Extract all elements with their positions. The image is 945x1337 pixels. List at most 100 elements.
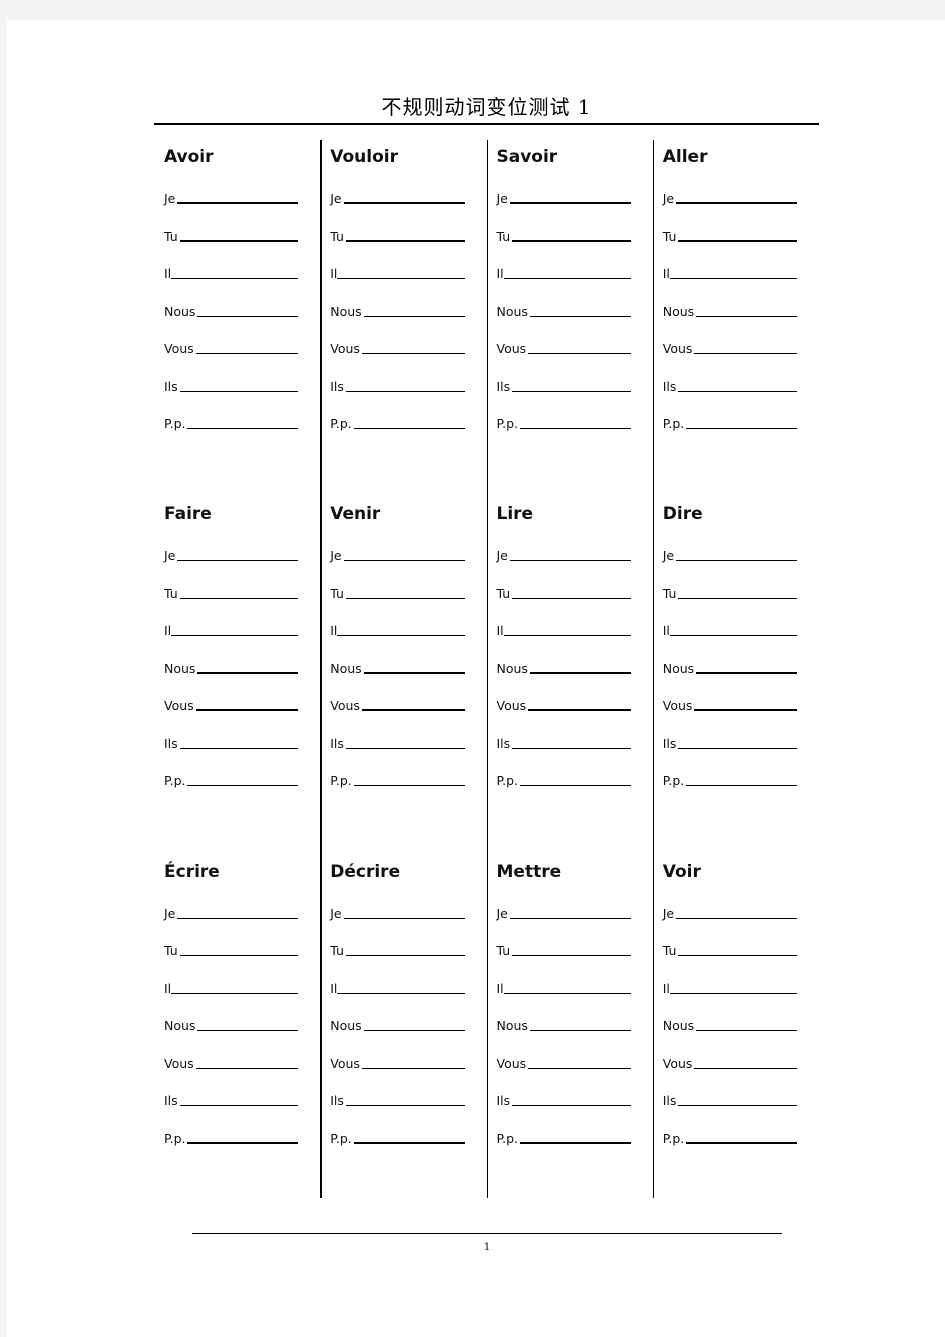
verb-card: Mettre Je Tu Il Nous Vous Ils P.p. (486, 838, 653, 1199)
answer-blank[interactable] (353, 428, 465, 429)
answer-blank[interactable] (512, 597, 631, 599)
pronoun-label: Il (330, 980, 338, 996)
answer-blank[interactable] (353, 1141, 465, 1144)
conjugation-row: Tu (660, 219, 797, 244)
answer-blank[interactable] (686, 1141, 797, 1144)
answer-blank[interactable] (171, 992, 299, 994)
answer-blank[interactable] (528, 1067, 631, 1069)
answer-blank[interactable] (343, 560, 465, 562)
answer-blank[interactable] (509, 917, 631, 919)
conjugation-row: Je (494, 538, 631, 563)
answer-blank[interactable] (195, 353, 299, 354)
answer-blank[interactable] (678, 390, 797, 392)
answer-blank[interactable] (676, 202, 797, 204)
answer-blank[interactable] (171, 635, 299, 637)
pronoun-label: Tu (496, 228, 511, 244)
answer-blank[interactable] (512, 747, 631, 749)
answer-blank[interactable] (678, 239, 797, 242)
answer-blank[interactable] (669, 992, 797, 994)
answer-blank[interactable] (361, 1067, 465, 1069)
answer-blank[interactable] (678, 955, 797, 957)
answer-blank[interactable] (345, 390, 465, 392)
answer-blank[interactable] (529, 315, 631, 317)
answer-blank[interactable] (179, 747, 299, 749)
answer-blank[interactable] (528, 709, 631, 712)
answer-blank[interactable] (529, 1030, 631, 1032)
answer-blank[interactable] (343, 202, 465, 204)
answer-blank[interactable] (512, 239, 631, 242)
answer-blank[interactable] (363, 1030, 465, 1032)
answer-blank[interactable] (345, 955, 465, 957)
conjugation-row: Il (327, 971, 465, 996)
pronoun-label: Vous (662, 1055, 693, 1071)
answer-blank[interactable] (177, 560, 299, 562)
answer-blank[interactable] (345, 239, 465, 242)
pronoun-label: Vous (330, 698, 360, 714)
answer-blank[interactable] (519, 1141, 631, 1144)
conjugation-row: Tu (327, 219, 465, 244)
answer-blank[interactable] (694, 1067, 797, 1069)
answer-blank[interactable] (678, 1105, 797, 1107)
answer-blank[interactable] (676, 560, 797, 562)
answer-blank[interactable] (512, 390, 631, 392)
answer-blank[interactable] (179, 1105, 299, 1107)
verb-title: Venir (330, 504, 381, 525)
answer-blank[interactable] (187, 428, 299, 429)
answer-blank[interactable] (179, 955, 299, 957)
answer-blank[interactable] (345, 597, 465, 599)
answer-blank[interactable] (197, 1030, 299, 1032)
answer-blank[interactable] (337, 635, 465, 637)
answer-blank[interactable] (179, 390, 299, 392)
answer-blank[interactable] (179, 597, 299, 599)
answer-blank[interactable] (353, 785, 465, 787)
answer-blank[interactable] (528, 353, 631, 354)
answer-blank[interactable] (519, 785, 631, 787)
answer-blank[interactable] (696, 1030, 797, 1032)
answer-blank[interactable] (197, 315, 299, 317)
answer-blank[interactable] (343, 917, 465, 919)
answer-blank[interactable] (337, 278, 465, 279)
answer-blank[interactable] (363, 671, 465, 674)
answer-blank[interactable] (345, 747, 465, 749)
answer-blank[interactable] (197, 671, 299, 674)
answer-blank[interactable] (361, 353, 465, 354)
answer-blank[interactable] (177, 917, 299, 919)
answer-blank[interactable] (503, 635, 631, 637)
answer-blank[interactable] (363, 315, 465, 317)
answer-blank[interactable] (509, 560, 631, 562)
verb-title: Lire (496, 504, 534, 525)
pronoun-label: Nous (330, 660, 362, 676)
answer-blank[interactable] (337, 992, 465, 994)
answer-blank[interactable] (696, 671, 797, 674)
answer-blank[interactable] (519, 428, 631, 429)
answer-blank[interactable] (529, 671, 631, 674)
answer-blank[interactable] (509, 202, 631, 204)
answer-blank[interactable] (195, 709, 299, 712)
answer-blank[interactable] (179, 239, 299, 242)
answer-blank[interactable] (676, 917, 797, 919)
answer-blank[interactable] (686, 785, 797, 787)
answer-blank[interactable] (503, 992, 631, 994)
pronoun-label: P.p. (164, 416, 186, 431)
answer-blank[interactable] (177, 202, 299, 204)
pronoun-label: P.p. (662, 416, 685, 431)
answer-blank[interactable] (361, 709, 465, 712)
answer-blank[interactable] (512, 955, 631, 957)
answer-blank[interactable] (503, 278, 631, 279)
answer-blank[interactable] (512, 1105, 631, 1107)
answer-blank[interactable] (696, 315, 797, 317)
answer-blank[interactable] (345, 1105, 465, 1107)
answer-blank[interactable] (694, 353, 797, 354)
conjugation-row: Vous (660, 1046, 797, 1071)
pronoun-label: Nous (496, 1018, 528, 1034)
answer-blank[interactable] (195, 1067, 299, 1069)
answer-blank[interactable] (171, 278, 299, 279)
answer-blank[interactable] (678, 597, 797, 599)
answer-blank[interactable] (187, 1141, 299, 1144)
answer-blank[interactable] (678, 747, 797, 749)
answer-blank[interactable] (187, 785, 299, 787)
answer-blank[interactable] (669, 635, 797, 637)
answer-blank[interactable] (669, 278, 797, 279)
answer-blank[interactable] (686, 428, 797, 429)
answer-blank[interactable] (694, 709, 797, 712)
